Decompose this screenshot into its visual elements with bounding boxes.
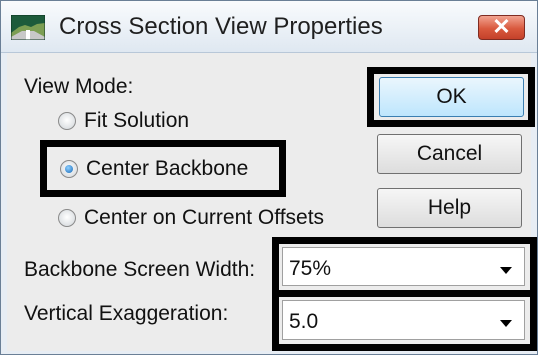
radio-center-backbone[interactable]: Center Backbone xyxy=(60,157,270,185)
chevron-down-icon xyxy=(500,320,512,327)
window-title: Cross Section View Properties xyxy=(59,13,383,40)
close-button[interactable]: ✕ xyxy=(478,15,525,40)
radio-unselected-icon xyxy=(58,112,76,130)
radio-center-backbone-label: Center Backbone xyxy=(86,157,249,180)
ok-button[interactable]: OK xyxy=(379,77,524,117)
backbone-screen-width-select[interactable]: 75% xyxy=(282,247,525,286)
vertical-exaggeration-label: Vertical Exaggeration: xyxy=(24,302,229,325)
cancel-button[interactable]: Cancel xyxy=(377,134,522,174)
radio-selected-icon xyxy=(60,160,78,178)
backbone-screen-width-value: 75% xyxy=(289,257,332,280)
title-bar: Cross Section View Properties ✕ xyxy=(1,1,537,53)
vertical-exaggeration-select[interactable]: 5.0 xyxy=(282,300,525,340)
vertical-exaggeration-value: 5.0 xyxy=(289,310,319,333)
close-icon: ✕ xyxy=(492,14,511,39)
dialog-content: View Mode: Fit Solution Center Backbone … xyxy=(7,53,537,351)
help-button[interactable]: Help xyxy=(377,188,522,228)
cross-section-app-icon xyxy=(11,15,45,40)
radio-unselected-icon xyxy=(58,209,76,227)
radio-fit-solution[interactable]: Fit Solution xyxy=(58,109,203,137)
radio-fit-solution-label: Fit Solution xyxy=(84,109,190,132)
backbone-screen-width-label: Backbone Screen Width: xyxy=(24,258,256,281)
view-mode-label: View Mode: xyxy=(24,75,134,98)
radio-selected-dot xyxy=(65,165,73,173)
radio-center-current-offsets[interactable]: Center on Current Offsets xyxy=(58,206,338,234)
cross-section-view-properties-dialog: Cross Section View Properties ✕ View Mod… xyxy=(0,0,538,355)
chevron-down-icon xyxy=(500,267,512,274)
radio-center-current-offsets-label: Center on Current Offsets xyxy=(84,206,325,229)
